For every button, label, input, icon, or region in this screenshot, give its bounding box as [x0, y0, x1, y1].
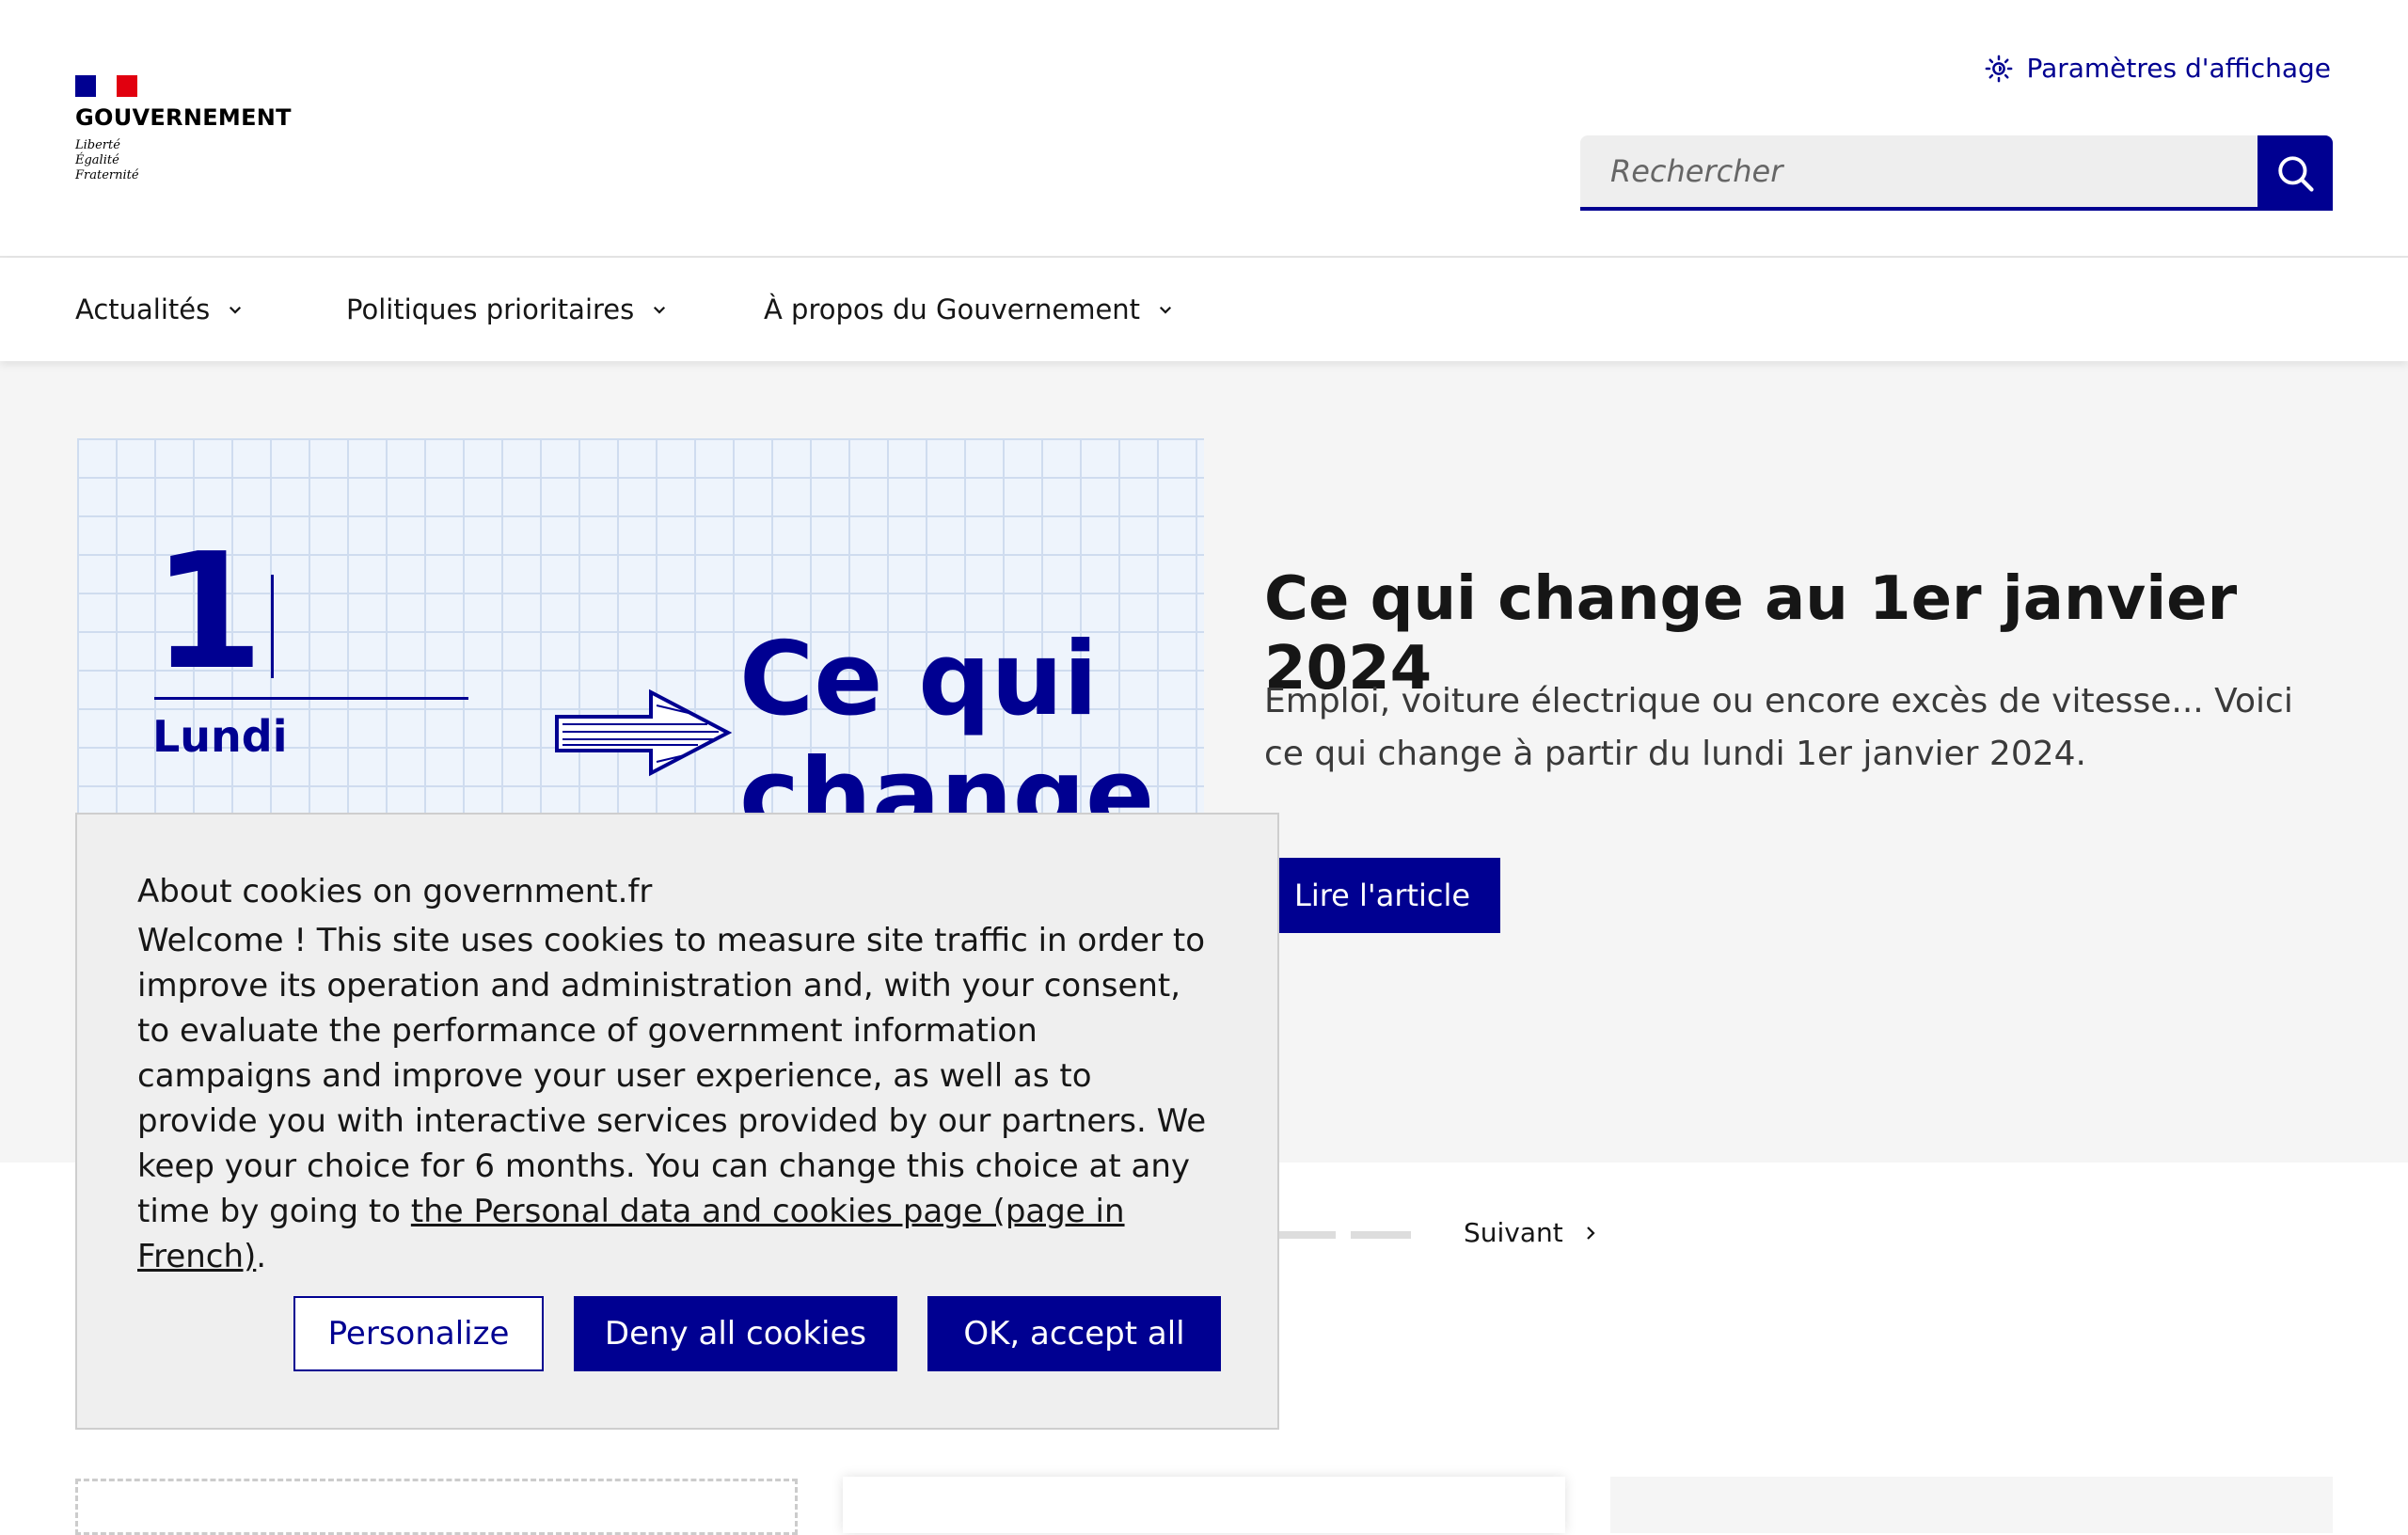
- cookie-banner-text: Welcome ! This site uses cookies to meas…: [137, 918, 1219, 1279]
- site-header: GOUVERNEMENT Liberté Égalité Fraternité …: [0, 0, 2408, 258]
- brand-name: GOUVERNEMENT: [75, 104, 292, 131]
- hero-image-divider: [154, 697, 468, 700]
- nav-item-label: Politiques prioritaires: [346, 293, 635, 325]
- chevron-right-icon: [1586, 1226, 1595, 1240]
- french-flag-icon: [75, 75, 137, 97]
- chevron-down-icon: [1160, 306, 1172, 314]
- display-settings-button[interactable]: Paramètres d'affichage: [1985, 53, 2331, 84]
- nav-item-politiques-prioritaires[interactable]: Politiques prioritaires: [346, 258, 668, 361]
- cookie-banner-title: About cookies on government.fr: [137, 873, 653, 910]
- content-card[interactable]: [75, 1479, 798, 1535]
- carousel-next-button[interactable]: Suivant: [1464, 1217, 1599, 1248]
- search-input[interactable]: [1580, 135, 2258, 211]
- search-icon: [2278, 156, 2314, 192]
- nav-item-label: Actualités: [75, 293, 211, 325]
- government-logo[interactable]: GOUVERNEMENT Liberté Égalité Fraternité: [75, 75, 292, 183]
- nav-item-label: À propos du Gouvernement: [764, 293, 1141, 325]
- arrow-right-icon: [555, 688, 733, 777]
- cookie-banner-body-end: .: [256, 1238, 267, 1275]
- deny-all-cookies-button[interactable]: Deny all cookies: [574, 1296, 897, 1371]
- motto-line: Fraternité: [75, 168, 139, 182]
- personalize-button[interactable]: Personalize: [293, 1296, 544, 1371]
- chevron-down-icon: [654, 306, 666, 314]
- hero-description: Emploi, voiture électrique ou encore exc…: [1264, 682, 2293, 773]
- cookie-banner-body: Welcome ! This site uses cookies to meas…: [137, 922, 1207, 1230]
- motto-line: Égalité: [75, 153, 119, 167]
- hero-image-day: Lundi: [152, 711, 288, 762]
- search-button[interactable]: [2258, 135, 2333, 211]
- motto-line: Liberté: [75, 138, 120, 152]
- content-card[interactable]: [843, 1477, 1565, 1533]
- chevron-down-icon: [230, 306, 242, 314]
- carousel-indicator[interactable]: [1351, 1231, 1411, 1239]
- carousel-indicator[interactable]: [1275, 1231, 1336, 1239]
- hero-image-heading-line: Ce qui: [739, 621, 1099, 738]
- motto: Liberté Égalité Fraternité: [75, 138, 292, 183]
- hero-image-number: 1: [152, 519, 264, 705]
- read-article-button[interactable]: Lire l'article: [1264, 858, 1501, 933]
- cookie-banner: About cookies on government.fr Welcome !…: [75, 813, 1279, 1430]
- main-navigation: Actualités Politiques prioritaires À pro…: [0, 258, 2408, 361]
- nav-item-actualites[interactable]: Actualités: [75, 258, 244, 361]
- display-settings-label: Paramètres d'affichage: [2026, 53, 2331, 84]
- accept-all-cookies-button[interactable]: OK, accept all: [927, 1296, 1221, 1371]
- carousel-next-label: Suivant: [1464, 1217, 1563, 1248]
- nav-item-a-propos[interactable]: À propos du Gouvernement: [764, 258, 1174, 361]
- search-bar: [1580, 135, 2333, 211]
- hero-image-divider: [271, 575, 274, 678]
- sun-icon: [1986, 55, 2013, 82]
- content-card[interactable]: [1610, 1477, 2333, 1533]
